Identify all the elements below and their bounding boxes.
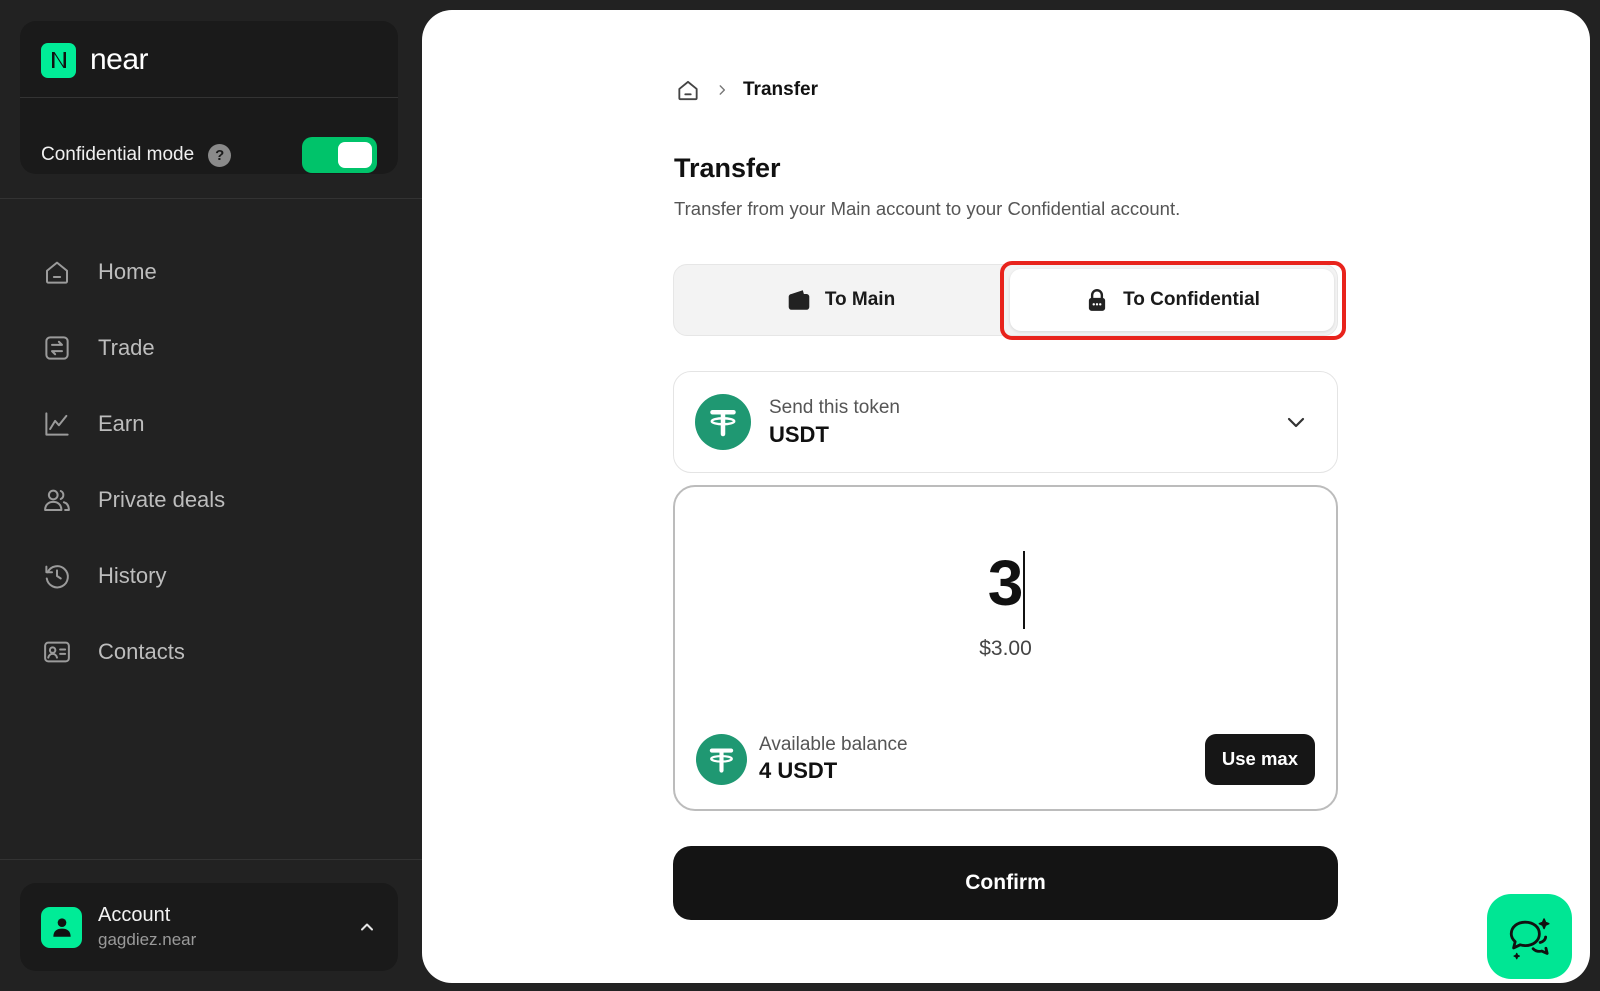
sidebar-item-label: Earn bbox=[98, 411, 145, 436]
trade-icon bbox=[40, 331, 74, 365]
account-switcher[interactable]: Account gagdiez.near bbox=[20, 883, 398, 971]
page-title: Transfer bbox=[674, 153, 781, 183]
breadcrumb-current: Transfer bbox=[743, 79, 818, 100]
help-icon[interactable]: ? bbox=[208, 143, 232, 167]
sidebar-item-private-deals[interactable]: Private deals bbox=[40, 462, 380, 538]
token-value: USDT bbox=[769, 421, 829, 447]
account-id: gagdiez.near bbox=[98, 930, 197, 949]
avatar bbox=[41, 906, 82, 948]
chevron-right-icon bbox=[715, 83, 729, 97]
breadcrumb: Transfer bbox=[675, 76, 818, 104]
use-max-button[interactable]: Use max bbox=[1204, 733, 1315, 785]
token-selector[interactable]: Send this token USDT bbox=[673, 371, 1338, 473]
balance-info: Available balance 4 USDT bbox=[759, 734, 908, 784]
confidential-mode-label: Confidential mode bbox=[41, 144, 195, 165]
account-info: Account gagdiez.near bbox=[98, 904, 196, 950]
tether-icon bbox=[696, 733, 747, 785]
chat-sparkle-icon bbox=[1505, 912, 1555, 962]
balance-value: 4 USDT bbox=[759, 758, 838, 783]
sidebar-item-label: Private deals bbox=[98, 487, 226, 512]
brand-name: near bbox=[90, 43, 149, 76]
home-icon[interactable] bbox=[675, 77, 701, 103]
token-info: Send this token USDT bbox=[769, 397, 900, 448]
text-cursor bbox=[1023, 551, 1025, 629]
to-confidential-label: To Confidential bbox=[1123, 289, 1260, 310]
chart-line-icon bbox=[40, 407, 74, 441]
history-icon bbox=[40, 559, 74, 593]
near-logo-icon bbox=[41, 42, 76, 78]
to-confidential-button[interactable]: To Confidential bbox=[1010, 269, 1334, 331]
amount-input[interactable]: 3 bbox=[675, 543, 1336, 623]
sidebar: near Confidential mode ? Home Trade Earn… bbox=[0, 0, 422, 991]
chevron-down-icon bbox=[1284, 410, 1308, 434]
sidebar-item-trade[interactable]: Trade bbox=[40, 310, 380, 386]
tether-icon bbox=[695, 394, 751, 450]
to-main-button[interactable]: To Main bbox=[678, 269, 1003, 331]
amount-input-box[interactable]: 3 $3.00 Available balance 4 USDT Use max bbox=[673, 485, 1338, 811]
sidebar-item-label: History bbox=[98, 563, 167, 588]
users-icon bbox=[40, 483, 74, 517]
balance-row: Available balance 4 USDT Use max bbox=[696, 732, 1315, 786]
toggle-knob bbox=[338, 142, 372, 168]
confidential-mode-toggle[interactable] bbox=[302, 137, 377, 173]
account-title: Account bbox=[98, 904, 171, 926]
lock-icon bbox=[1084, 287, 1110, 313]
brand-card: near Confidential mode ? bbox=[20, 21, 398, 174]
divider bbox=[0, 859, 422, 860]
divider bbox=[20, 97, 398, 98]
direction-segmented-control: To Main To Confidential bbox=[673, 264, 1338, 336]
amount-usd-value: $3.00 bbox=[979, 637, 1032, 660]
sidebar-item-home[interactable]: Home bbox=[40, 234, 380, 310]
sidebar-item-contacts[interactable]: Contacts bbox=[40, 614, 380, 690]
chevron-up-icon[interactable] bbox=[357, 917, 377, 937]
sidebar-item-label: Home bbox=[98, 259, 157, 284]
sidebar-item-label: Trade bbox=[98, 335, 155, 360]
divider bbox=[0, 198, 422, 199]
page-subtitle: Transfer from your Main account to your … bbox=[674, 198, 1181, 219]
brand[interactable]: near bbox=[41, 42, 149, 78]
support-chat-button[interactable] bbox=[1487, 894, 1572, 979]
wallet-icon bbox=[786, 287, 812, 313]
sidebar-item-label: Contacts bbox=[98, 639, 185, 664]
confidential-mode-row: Confidential mode ? bbox=[41, 137, 377, 173]
sidebar-item-earn[interactable]: Earn bbox=[40, 386, 380, 462]
sidebar-nav: Home Trade Earn Private deals History Co… bbox=[40, 234, 380, 690]
confirm-button[interactable]: Confirm bbox=[673, 846, 1338, 920]
token-label: Send this token bbox=[769, 396, 900, 418]
to-main-label: To Main bbox=[824, 289, 896, 310]
home-icon bbox=[40, 255, 74, 289]
sidebar-item-history[interactable]: History bbox=[40, 538, 380, 614]
balance-label: Available balance bbox=[759, 734, 908, 755]
main-panel: Transfer Transfer Transfer from your Mai… bbox=[422, 10, 1590, 983]
contacts-icon bbox=[40, 635, 74, 669]
